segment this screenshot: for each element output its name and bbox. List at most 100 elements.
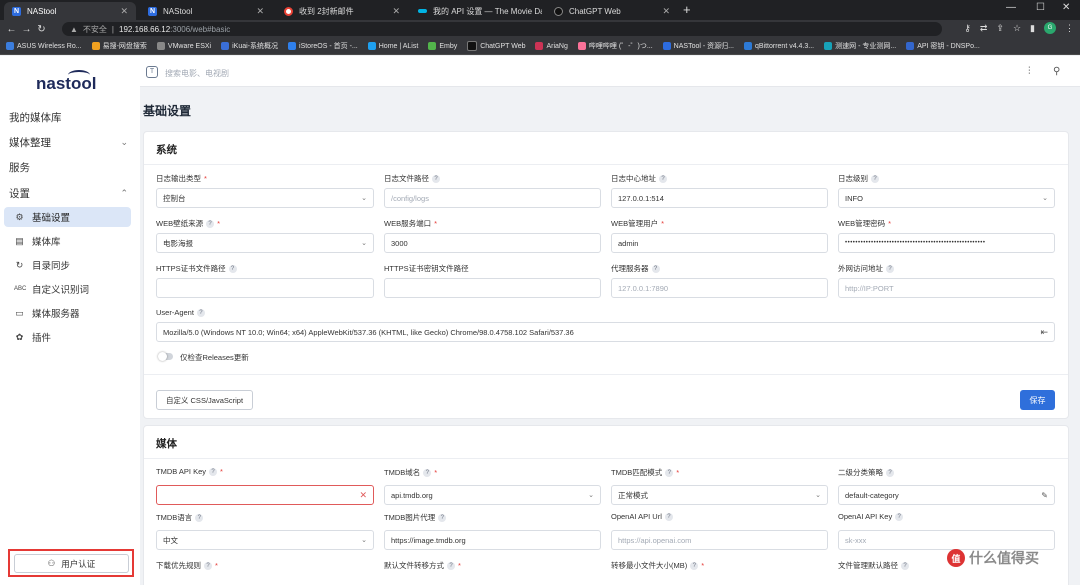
close-icon[interactable]: ✕ [662,6,670,17]
user-auth-button[interactable]: ⚇ 用户认证 [14,554,129,573]
url-field[interactable]: ▲ 不安全 | 192.168.66.12:3006/web#basic [62,22,942,36]
external-url-input[interactable]: http://IP:PORT [838,278,1055,298]
bookmark-item[interactable]: NASTool - 资源归... [662,41,734,51]
close-icon[interactable]: ✕ [256,6,264,17]
help-icon: ? [228,264,237,273]
main-content: 基础设置 系统 日志输出类型 * 控制台 ⌄ 日志文件路径? /config/log… [140,87,1080,585]
tmdb-image-proxy-input[interactable]: https://image.tmdb.org [384,530,601,550]
new-tab-icon[interactable]: + [683,2,691,17]
back-icon[interactable]: ← [4,24,19,35]
filter-icon[interactable]: ⫶ [1028,66,1031,77]
reload-icon[interactable]: ↻ [34,24,49,35]
menu-dots-icon[interactable]: ⋮ [1065,23,1074,34]
library-icon: ▤ [15,235,24,246]
edit-icon[interactable]: ✎ [1041,491,1048,500]
https-cert-input[interactable] [156,278,374,298]
maximize-icon[interactable]: ☐ [1036,2,1045,13]
star-icon[interactable]: ☆ [1013,23,1021,34]
bookmark-item[interactable]: AriaNg [535,42,568,50]
custom-css-button[interactable]: 自定义 CSS/JavaScript [156,390,253,410]
profile-avatar[interactable]: G [1044,22,1056,34]
openai-key-input[interactable]: sk-xxx [838,530,1055,550]
sidepanel-icon[interactable]: ▮ [1030,23,1035,34]
translate-icon[interactable]: ⇄ [980,23,988,34]
plugin-icon: ✿ [15,331,24,342]
sidebar-item-media-organize[interactable]: 媒体整理 ⌄ [0,132,140,152]
browser-tab[interactable]: N NAStool ✕ [4,2,136,20]
sidebar-item-library[interactable]: 我的媒体库 [0,107,140,127]
field-label: 文件管理默认路径? [838,560,909,571]
sidebar-sub-custom-words[interactable]: ABC 自定义识别词 [4,279,131,299]
browser-tab[interactable]: 收到 2封新邮件 ✕ [276,2,408,20]
openai-url-input[interactable]: https://api.openai.com [611,530,828,550]
bookmark-item[interactable]: qBittorrent v4.4.3... [743,42,814,50]
web-port-input[interactable]: 3000 [384,233,601,253]
web-password-input[interactable]: ••••••••••••••••••••••••••••••••••••••••… [838,233,1055,253]
browser-tab-strip: N NAStool ✕ N NAStool ✕ 收到 2封新邮件 ✕ 我的 AP… [0,0,1080,20]
user-icon[interactable]: ⚲ [1053,66,1060,77]
log-center-input[interactable]: 127.0.0.1:514 [611,188,828,208]
bookmark-item[interactable]: ASUS Wireless Ro... [6,42,82,50]
help-icon: ? [659,174,667,183]
log-path-input[interactable]: /config/logs [384,188,601,208]
bookmark-item[interactable]: ChatGPT Web [467,41,525,51]
log-level-select[interactable]: INFO ⌄ [838,188,1055,208]
gear-icon: ⚙ [15,211,24,222]
tmdb-language-select[interactable]: 中文 ⌄ [156,530,374,550]
help-icon: ? [871,174,879,183]
web-user-input[interactable]: admin [611,233,828,253]
minimize-icon[interactable]: — [1006,2,1016,13]
backspace-icon[interactable]: ⇤ [1040,327,1048,338]
browser-tab[interactable]: N NAStool ✕ [140,2,272,20]
field-label: 默认文件转移方式? * [384,561,461,570]
category-strategy-input[interactable]: default-category ✎ [838,485,1055,505]
sidebar-sub-basic-settings[interactable]: ⚙ 基础设置 [4,207,131,227]
log-output-type-select[interactable]: 控制台 ⌄ [156,188,374,208]
search-icon[interactable]: T [146,66,158,78]
bookmark-item[interactable]: API 密钥 - DNSPo... [906,41,980,51]
https-key-input[interactable] [384,278,601,298]
bookmark-favicon-icon [367,42,376,50]
sidebar-sub-media-library[interactable]: ▤ 媒体库 [4,231,131,251]
field-label: OpenAI API Key? [838,512,904,521]
field-label: TMDB API Key? * [156,467,223,476]
bookmark-item[interactable]: VMware ESXi [156,42,211,50]
url-path: :3006/web#basic [170,24,231,34]
key-icon[interactable]: ⚷ [964,23,971,34]
share-icon[interactable]: ⇪ [996,23,1004,34]
tmdb-match-mode-select[interactable]: 正常模式 ⌄ [611,485,828,505]
bookmark-item[interactable]: iKuai-系统概况 [221,41,278,51]
forward-icon[interactable]: → [19,24,34,35]
close-icon[interactable]: ✕ [120,6,128,17]
search-input[interactable]: 搜索电影、电视剧 [165,68,229,79]
bookmark-item[interactable]: iStoreOS - 首页 -... [288,41,358,51]
app-logo[interactable]: nastool [36,74,96,94]
nastool-favicon-icon: N [148,6,157,16]
sidebar-sub-media-server[interactable]: ▭ 媒体服务器 [4,303,131,323]
bookmark-item[interactable]: 测速网 - 专业测网... [824,41,896,51]
browser-tab[interactable]: ChatGPT Web ✕ [546,2,678,20]
tmdb-api-key-input[interactable]: ✕ [156,485,374,505]
watermark-badge: 值 [947,549,965,567]
user-agent-input[interactable]: Mozilla/5.0 (Windows NT 10.0; Win64; x64… [156,322,1055,342]
browser-tab[interactable]: 我的 API 设置 — The Movie Da ✕ [410,2,542,20]
sidebar-sub-directory-sync[interactable]: ↻ 目录同步 [4,255,131,275]
bookmark-item[interactable]: Emby [428,42,457,50]
sidebar-item-settings[interactable]: 设置 ⌃ [0,183,140,203]
tmdb-domain-select[interactable]: api.tmdb.org ⌄ [384,485,601,505]
releases-toggle[interactable] [158,352,173,361]
bookmark-item[interactable]: 易搜-网盘搜索 [91,41,147,51]
chevron-up-icon: ⌃ [120,187,128,198]
sidebar-item-services[interactable]: 服务 [0,157,140,177]
browser-tab-label: NAStool [163,6,193,16]
wallpaper-source-select[interactable]: 电影海报 ⌄ [156,233,374,253]
bookmark-item[interactable]: 哔哩哔哩 (゜-゜)つ... [577,41,653,51]
bookmark-item[interactable]: Home | AList [367,42,418,50]
clear-icon[interactable]: ✕ [359,490,367,501]
sidebar-sub-plugins[interactable]: ✿ 插件 [4,327,131,347]
section-title: 媒体 [156,438,177,450]
close-window-icon[interactable]: ✕ [1062,2,1070,13]
proxy-input[interactable]: 127.0.0.1:7890 [611,278,828,298]
close-icon[interactable]: ✕ [392,6,400,17]
save-button[interactable]: 保存 [1020,390,1055,410]
